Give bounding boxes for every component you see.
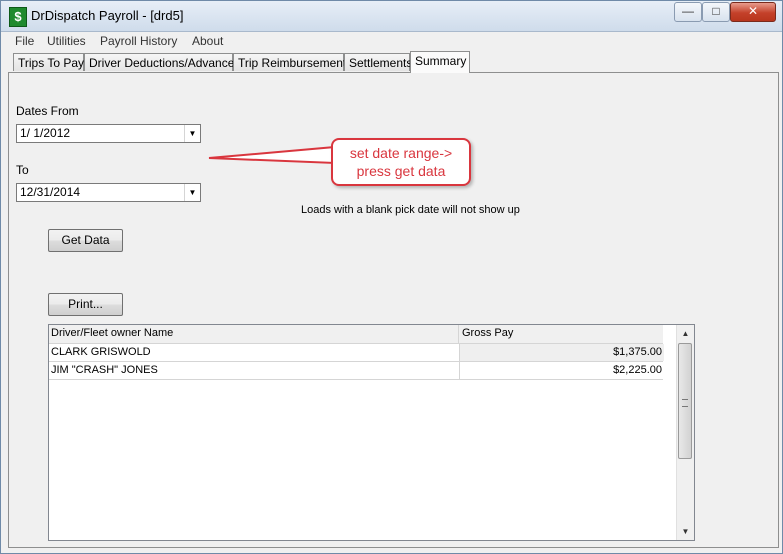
gross-pay-cell: $2,225.00 xyxy=(459,362,664,379)
menu-utilities[interactable]: Utilities xyxy=(47,34,86,48)
column-divider[interactable] xyxy=(458,325,459,343)
print-button[interactable]: Print... xyxy=(48,293,123,316)
callout-line-2: press get data xyxy=(356,163,446,179)
chevron-down-icon[interactable]: ▼ xyxy=(184,184,200,201)
date-to-picker[interactable]: 12/31/2014 ▼ xyxy=(16,183,201,202)
title-bar: $ DrDispatch Payroll - [drd5] — □ ✕ xyxy=(1,1,782,32)
menu-file[interactable]: File xyxy=(15,34,34,48)
close-button[interactable]: ✕ xyxy=(730,2,776,22)
hint-callout: set date range-> press get data xyxy=(331,138,471,186)
window-title: DrDispatch Payroll - [drd5] xyxy=(31,8,184,23)
tab-trip-reimbursements[interactable]: Trip Reimbursements xyxy=(233,53,352,71)
scroll-thumb[interactable] xyxy=(678,343,692,459)
tab-driver-deductions[interactable]: Driver Deductions/Advances xyxy=(84,53,240,71)
gross-pay-value: $1,375.00 xyxy=(613,346,662,358)
gross-pay-value: $2,225.00 xyxy=(613,364,662,376)
grip-icon xyxy=(682,399,688,407)
minimize-button[interactable]: — xyxy=(674,2,702,22)
dates-from-label: Dates From xyxy=(16,104,79,118)
menu-payroll-history[interactable]: Payroll History xyxy=(100,34,177,48)
tab-settlements[interactable]: Settlements xyxy=(344,53,412,71)
to-label: To xyxy=(16,163,29,177)
blank-pick-date-note: Loads with a blank pick date will not sh… xyxy=(301,204,520,216)
column-header-name[interactable]: Driver/Fleet owner Name xyxy=(51,327,173,339)
table-row[interactable]: JIM "CRASH" JONES $2,225.00 xyxy=(49,362,663,380)
tab-summary[interactable]: Summary xyxy=(410,51,470,73)
vertical-scrollbar[interactable]: ▲ ▼ xyxy=(676,325,694,540)
dates-from-picker[interactable]: 1/ 1/2012 ▼ xyxy=(16,124,201,143)
date-to-value: 12/31/2014 xyxy=(20,185,81,199)
gross-pay-cell: $1,375.00 xyxy=(459,344,664,361)
tab-trips-to-pay[interactable]: Trips To Pay xyxy=(13,53,84,71)
chevron-down-icon[interactable]: ▼ xyxy=(184,125,200,142)
dates-from-value: 1/ 1/2012 xyxy=(20,126,71,140)
column-header-gross-pay[interactable]: Gross Pay xyxy=(462,327,513,339)
callout-line-1: set date range-> xyxy=(349,145,453,161)
driver-name-cell: CLARK GRISWOLD xyxy=(51,346,151,358)
app-window: $ DrDispatch Payroll - [drd5] — □ ✕ File… xyxy=(0,0,783,554)
driver-name-cell: JIM "CRASH" JONES xyxy=(51,364,158,376)
maximize-button[interactable]: □ xyxy=(702,2,730,22)
get-data-button[interactable]: Get Data xyxy=(48,229,123,252)
dollar-icon: $ xyxy=(9,7,27,27)
table-row[interactable]: CLARK GRISWOLD $1,375.00 xyxy=(49,344,664,362)
grid-header: Driver/Fleet owner Name Gross Pay xyxy=(49,325,663,344)
callout-pointer-icon xyxy=(208,145,336,165)
scroll-down-icon[interactable]: ▼ xyxy=(677,523,694,540)
scroll-up-icon[interactable]: ▲ xyxy=(677,325,694,342)
menu-about[interactable]: About xyxy=(192,34,223,48)
payroll-summary-grid[interactable]: Driver/Fleet owner Name Gross Pay CLARK … xyxy=(48,324,695,541)
menu-bar: File Utilities Payroll History About xyxy=(7,32,777,50)
